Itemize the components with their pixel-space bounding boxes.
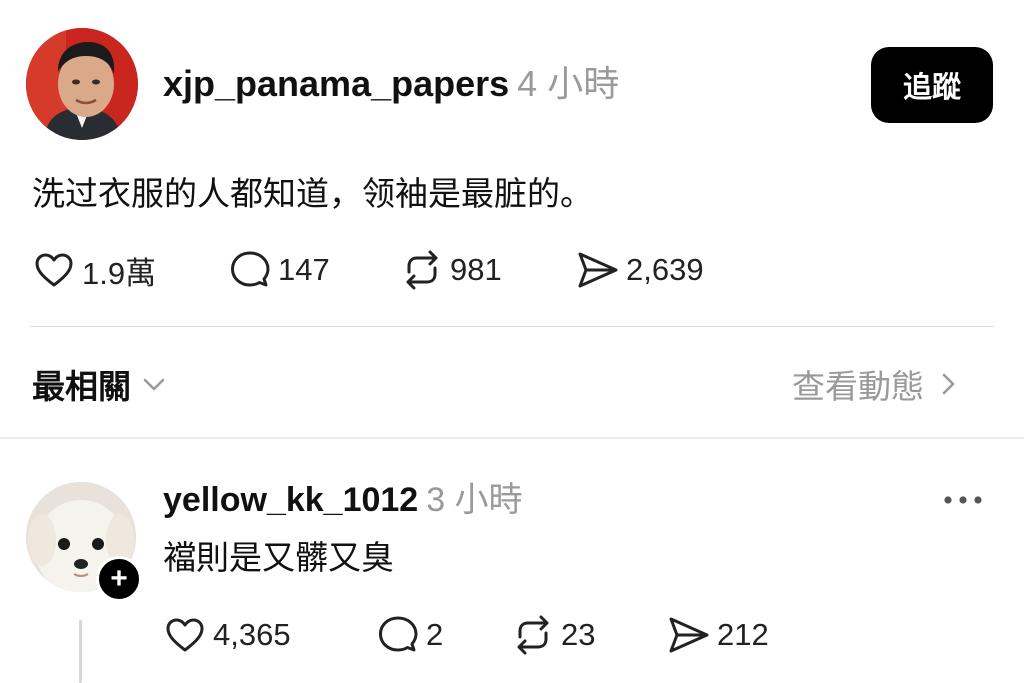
follow-button[interactable]: 追蹤 xyxy=(871,47,993,123)
view-activity-label: 查看動態 xyxy=(792,368,924,405)
send-icon xyxy=(578,252,618,288)
author-avatar[interactable] xyxy=(26,28,138,140)
author-username-text[interactable]: xjp_panama_papers xyxy=(163,63,509,104)
reply-time: 3 小時 xyxy=(426,481,523,519)
comment-bubble-icon xyxy=(231,251,270,287)
sort-dropdown[interactable]: 最相關 xyxy=(32,360,167,408)
reply-like-button[interactable]: 4,365 xyxy=(163,609,291,661)
repost-icon xyxy=(517,615,549,655)
view-activity-link[interactable]: 查看動態 xyxy=(792,360,958,408)
reply-username-text[interactable]: yellow_kk_1012 xyxy=(163,481,418,519)
reply-share-count: 212 xyxy=(717,617,769,652)
reply-comment-button[interactable]: 2 xyxy=(376,609,443,661)
divider xyxy=(30,326,994,327)
more-horizontal-icon xyxy=(944,496,982,504)
sort-label: 最相關 xyxy=(32,368,131,405)
post-like-count: 1.9萬 xyxy=(82,255,157,291)
post-share-count: 2,639 xyxy=(626,252,704,287)
post-time: 4 小時 xyxy=(517,63,620,104)
post-repost-count: 981 xyxy=(450,252,502,287)
chevron-right-icon xyxy=(942,373,955,395)
section-divider xyxy=(0,437,1024,439)
chevron-down-icon xyxy=(143,378,165,391)
reply-text: 襠則是又髒又臭 xyxy=(163,539,394,576)
follow-plus-badge[interactable]: + xyxy=(96,556,142,602)
send-icon xyxy=(669,617,709,653)
author-username[interactable]: xjp_panama_papers 4 小時 xyxy=(163,62,619,106)
reply-like-count: 4,365 xyxy=(213,617,291,652)
post-text: 洗过衣服的人都知道，领袖是最脏的。 xyxy=(32,175,593,212)
post-comment-button[interactable]: 147 xyxy=(228,244,330,296)
post-repost-button[interactable]: 981 xyxy=(400,244,502,296)
heart-icon xyxy=(35,253,73,287)
reply-share-button[interactable]: 212 xyxy=(667,609,769,661)
reply-comment-count: 2 xyxy=(426,617,444,652)
post-comment-count: 147 xyxy=(278,252,330,287)
more-options-button[interactable] xyxy=(940,480,986,520)
plus-icon: + xyxy=(110,562,128,595)
post-share-button[interactable]: 2,639 xyxy=(576,244,704,296)
thread-line xyxy=(79,620,82,683)
repost-icon xyxy=(406,250,438,290)
post-like-button[interactable]: 1.9萬 xyxy=(32,244,156,296)
reply-repost-count: 23 xyxy=(561,617,596,652)
reply-repost-button[interactable]: 23 xyxy=(511,609,595,661)
heart-icon xyxy=(166,618,204,652)
comment-bubble-icon xyxy=(379,616,418,652)
reply-username[interactable]: yellow_kk_1012 3 小時 xyxy=(163,478,523,522)
